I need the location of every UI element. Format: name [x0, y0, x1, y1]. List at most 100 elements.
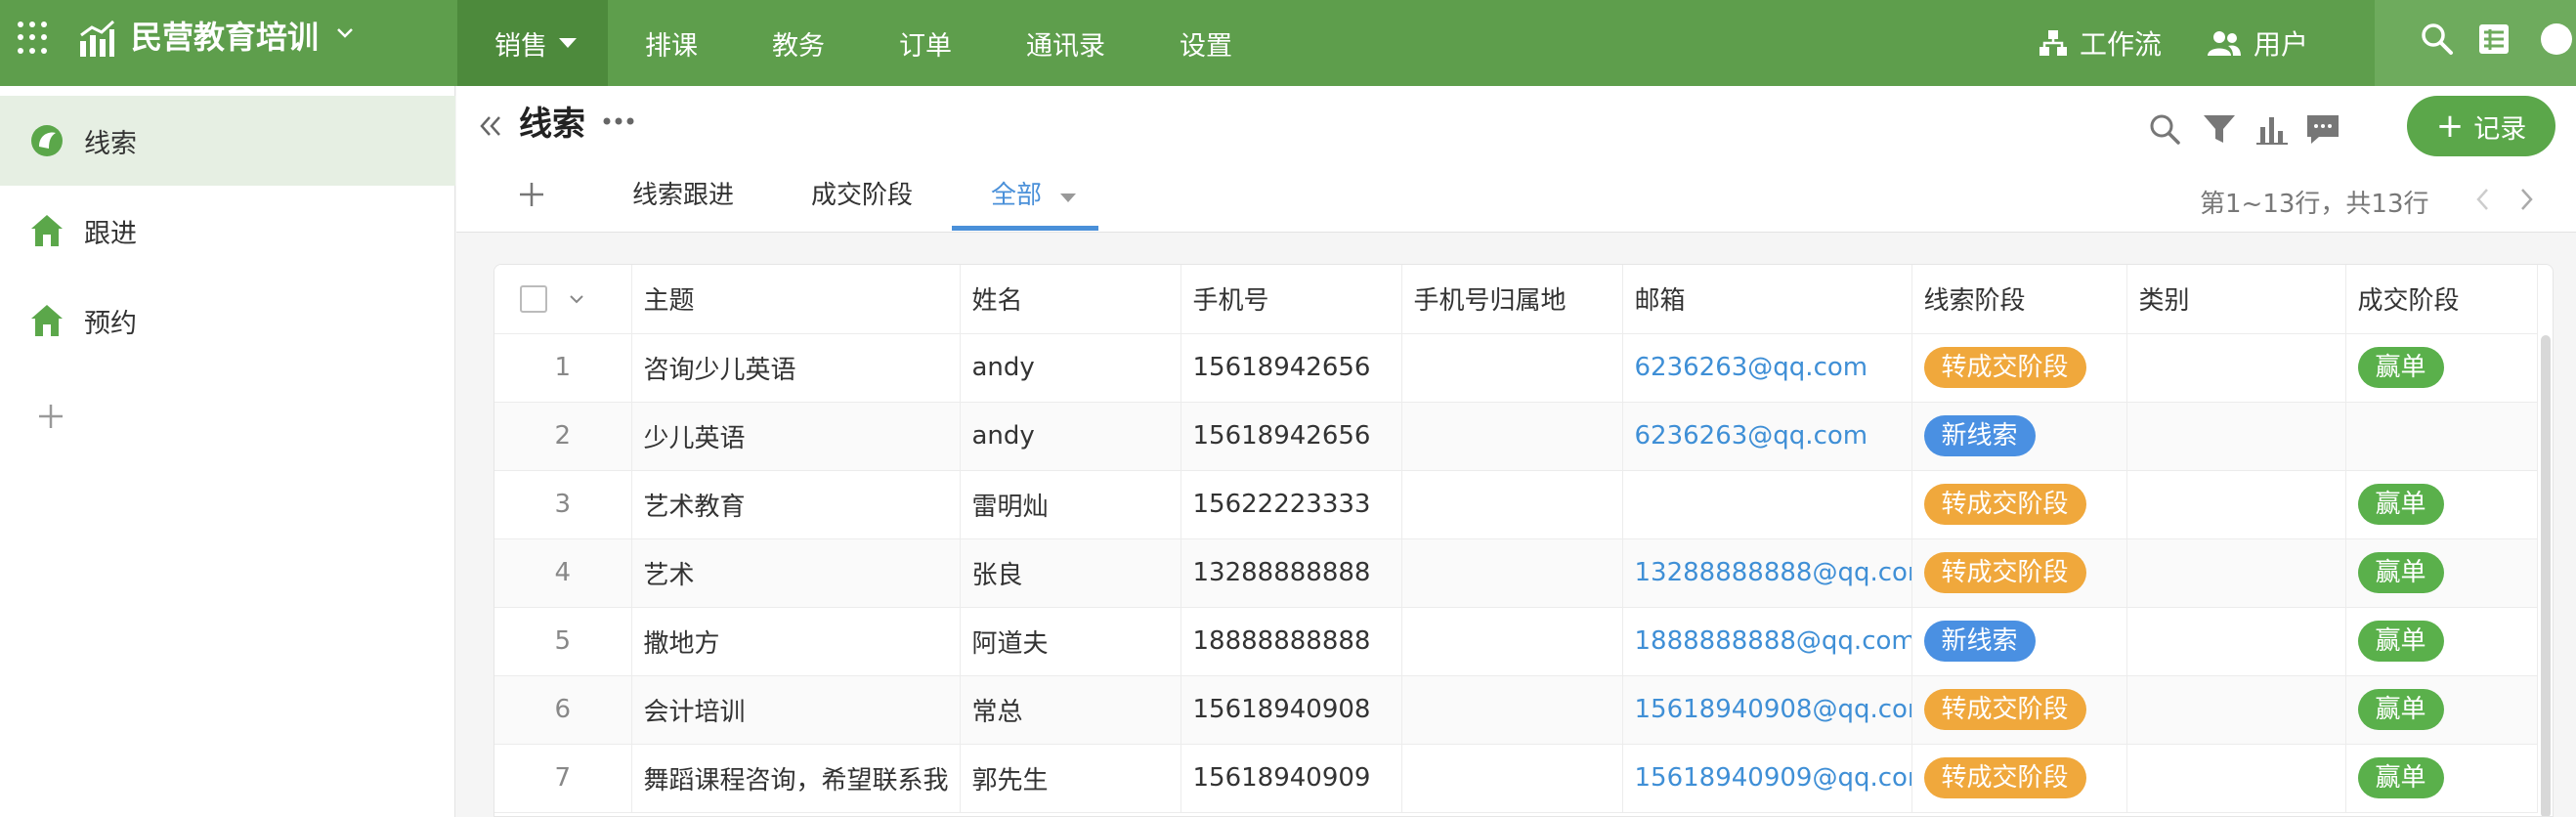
cell-email[interactable]: 13288888888@qq.com [1622, 538, 1912, 608]
cell-deal-stage[interactable]: 赢单 [2345, 675, 2538, 745]
cell-phone-region[interactable] [1401, 402, 1623, 471]
column-header-phone-region[interactable]: 手机号归属地 [1401, 265, 1623, 334]
collapse-icon[interactable] [474, 109, 507, 143]
column-header-phone[interactable]: 手机号 [1181, 265, 1402, 334]
nav-item-orders[interactable]: 订单 [862, 0, 989, 86]
cell-lead-stage[interactable]: 转成交阶段 [1911, 538, 2127, 608]
app-title[interactable]: 民营教育培训 [131, 16, 319, 59]
cell-subject[interactable]: 艺术 [631, 538, 961, 608]
tab-all[interactable]: 全部 [991, 176, 1042, 233]
cell-phone[interactable]: 18888888888 [1181, 607, 1402, 676]
chevron-down-icon[interactable] [334, 22, 356, 43]
cell-name[interactable]: andy [960, 333, 1181, 403]
filter-icon[interactable] [2200, 109, 2239, 149]
cell-email[interactable]: 6236263@qq.com [1622, 402, 1912, 471]
cell-category[interactable] [2126, 470, 2346, 539]
nav-item-academic[interactable]: 教务 [735, 0, 862, 86]
column-header-subject[interactable]: 主题 [631, 265, 961, 334]
vertical-scrollbar[interactable] [2541, 335, 2551, 816]
cell-phone-region[interactable] [1401, 333, 1623, 403]
cell-subject[interactable]: 会计培训 [631, 675, 961, 745]
cell-email[interactable]: 15618940908@qq.com [1622, 675, 1912, 745]
cell-name[interactable]: 阿道夫 [960, 607, 1181, 676]
table-row[interactable]: 3 艺术教育 雷明灿 15622223333 转成交阶段 赢单 [494, 470, 2538, 539]
cell-email[interactable]: 15618940909@qq.com [1622, 744, 1912, 813]
cell-name[interactable]: 张良 [960, 538, 1181, 608]
cell-lead-stage[interactable]: 新线索 [1911, 402, 2127, 471]
sidebar-item-followup[interactable]: 跟进 [0, 186, 455, 276]
cell-deal-stage[interactable]: 赢单 [2345, 333, 2538, 403]
cell-phone-region[interactable] [1401, 470, 1623, 539]
row-number[interactable]: 1 [494, 333, 632, 403]
cell-phone-region[interactable] [1401, 744, 1623, 813]
cell-deal-stage[interactable]: 赢单 [2345, 744, 2538, 813]
row-number[interactable]: 5 [494, 607, 632, 676]
search-icon[interactable] [2145, 109, 2184, 149]
add-record-button[interactable]: + 记录 [2407, 96, 2555, 156]
cell-email[interactable]: 1888888888@qq.com [1622, 607, 1912, 676]
bar-chart-icon[interactable] [2253, 109, 2292, 149]
cell-phone[interactable]: 15618940909 [1181, 744, 1402, 813]
table-row[interactable]: 1 咨询少儿英语 andy 15618942656 6236263@qq.com 转成交阶… [494, 333, 2538, 403]
cell-phone[interactable]: 13288888888 [1181, 538, 1402, 608]
cell-deal-stage[interactable] [2345, 402, 2538, 471]
chevron-down-icon[interactable] [569, 291, 584, 307]
row-number[interactable]: 4 [494, 538, 632, 608]
cell-lead-stage[interactable]: 转成交阶段 [1911, 333, 2127, 403]
cell-phone[interactable]: 15618940908 [1181, 675, 1402, 745]
cell-subject[interactable]: 艺术教育 [631, 470, 961, 539]
sidebar-item-appointment[interactable]: 预约 [0, 276, 455, 366]
workflow-link[interactable]: 工作流 [2039, 0, 2162, 86]
select-all-checkbox[interactable] [520, 285, 547, 314]
column-header-lead-stage[interactable]: 线索阶段 [1911, 265, 2127, 334]
cell-phone-region[interactable] [1401, 607, 1623, 676]
row-number[interactable]: 3 [494, 470, 632, 539]
table-icon[interactable] [2474, 20, 2513, 59]
column-header-deal-stage[interactable]: 成交阶段 [2345, 265, 2538, 334]
cell-subject[interactable]: 撒地方 [631, 607, 961, 676]
column-header-category[interactable]: 类别 [2126, 265, 2346, 334]
cell-name[interactable]: 雷明灿 [960, 470, 1181, 539]
cell-lead-stage[interactable]: 转成交阶段 [1911, 675, 2127, 745]
table-row[interactable]: 7 舞蹈课程咨询，希望联系我 郭先生 15618940909 15618940909@q… [494, 744, 2538, 813]
nav-item-settings[interactable]: 设置 [1142, 0, 1269, 86]
cell-category[interactable] [2126, 744, 2346, 813]
comment-icon[interactable] [2303, 109, 2342, 149]
column-header-name[interactable]: 姓名 [960, 265, 1181, 334]
chevron-left-icon[interactable] [2469, 184, 2497, 215]
cell-deal-stage[interactable]: 赢单 [2345, 470, 2538, 539]
column-header-email[interactable]: 邮箱 [1622, 265, 1912, 334]
cell-name[interactable]: 郭先生 [960, 744, 1181, 813]
cell-phone[interactable]: 15622223333 [1181, 470, 1402, 539]
cell-category[interactable] [2126, 333, 2346, 403]
cell-deal-stage[interactable]: 赢单 [2345, 607, 2538, 676]
row-number[interactable]: 6 [494, 675, 632, 745]
cell-phone-region[interactable] [1401, 538, 1623, 608]
cell-email[interactable]: 6236263@qq.com [1622, 333, 1912, 403]
sidebar-item-leads[interactable]: 线索 [0, 96, 455, 186]
cell-name[interactable]: andy [960, 402, 1181, 471]
cell-category[interactable] [2126, 538, 2346, 608]
cell-phone-region[interactable] [1401, 675, 1623, 745]
chevron-right-icon[interactable] [2512, 184, 2540, 215]
tab-caret-down-icon[interactable] [1060, 194, 1076, 202]
nav-item-sales[interactable]: 销售 [457, 0, 608, 86]
tab-lead-followup[interactable]: 线索跟进 [632, 176, 734, 233]
table-row[interactable]: 4 艺术 张良 13288888888 13288888888@qq.com 转成交阶段 赢… [494, 538, 2538, 608]
search-icon[interactable] [2418, 20, 2457, 59]
table-row[interactable]: 6 会计培训 常总 15618940908 15618940908@qq.com 转成交阶… [494, 675, 2538, 745]
nav-item-scheduling[interactable]: 排课 [608, 0, 735, 86]
add-view-icon[interactable] [517, 180, 546, 209]
cell-category[interactable] [2126, 675, 2346, 745]
cell-subject[interactable]: 舞蹈课程咨询，希望联系我 [631, 744, 961, 813]
table-row[interactable]: 2 少儿英语 andy 15618942656 6236263@qq.com 新线索 [494, 402, 2538, 471]
cell-category[interactable] [2126, 607, 2346, 676]
cell-lead-stage[interactable]: 新线索 [1911, 607, 2127, 676]
row-number[interactable]: 2 [494, 402, 632, 471]
row-number[interactable]: 7 [494, 744, 632, 813]
cell-subject[interactable]: 咨询少儿英语 [631, 333, 961, 403]
cell-email[interactable] [1622, 470, 1912, 539]
help-icon[interactable] [2537, 20, 2576, 59]
nav-item-contacts[interactable]: 通讯录 [989, 0, 1142, 86]
users-link[interactable]: 用户 [2207, 0, 2308, 86]
